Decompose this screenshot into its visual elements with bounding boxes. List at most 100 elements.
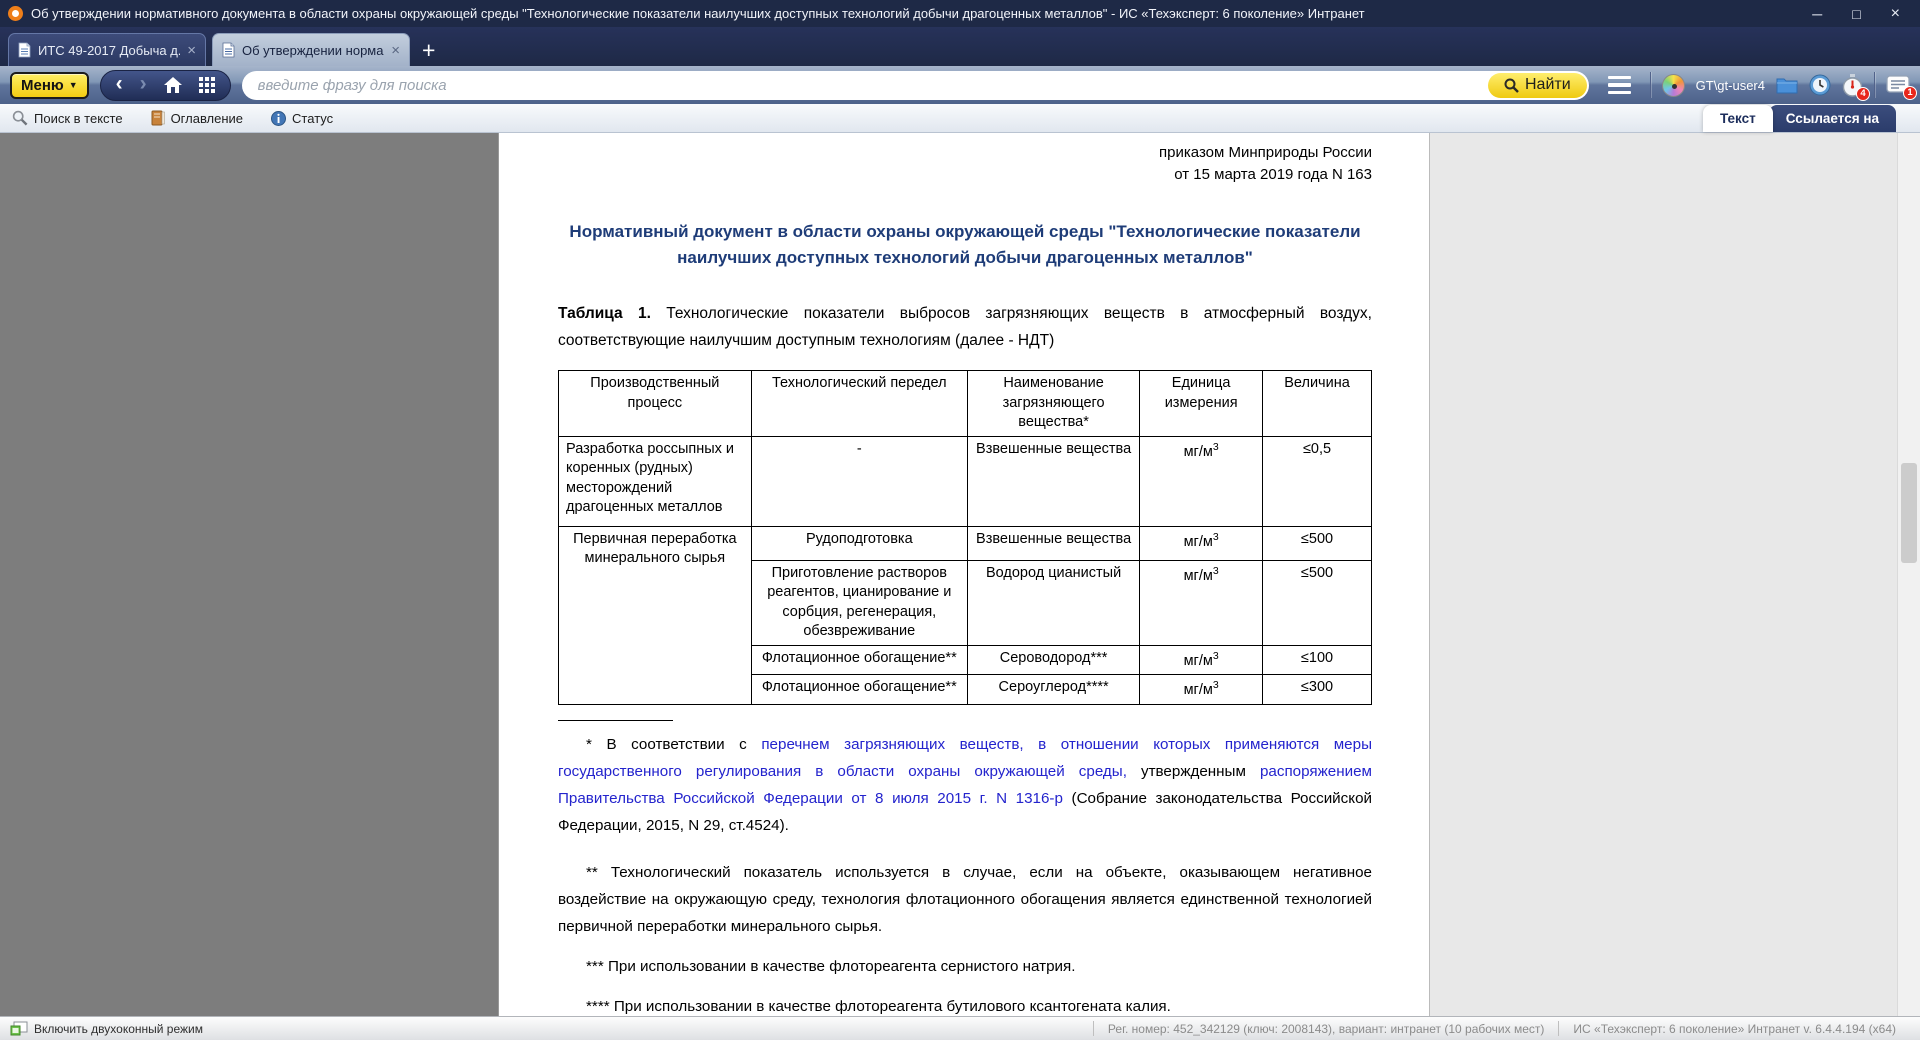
caret-down-icon: ▼	[69, 80, 78, 90]
search-in-text-button[interactable]: Поиск в тексте	[12, 110, 123, 126]
tab-label: ИТС 49-2017 Добыча д...	[38, 43, 180, 58]
column-header: Величина	[1263, 371, 1372, 437]
cell-unit: мг/м3	[1140, 436, 1263, 526]
table1: Производственный процесс Технологический…	[558, 370, 1372, 705]
product-version: ИС «Техэксперт: 6 поколение» Интранет v.…	[1559, 1022, 1910, 1036]
toolbar-separator	[1874, 72, 1875, 98]
view-tabs: Текст Ссылается на	[1703, 105, 1896, 132]
document-toolbar: Поиск в тексте Оглавление Статус Текст С…	[0, 104, 1920, 133]
main-toolbar: Меню ▼ ‹ › Найти GT\gt-user4 4 1	[0, 66, 1920, 104]
table-header-row: Производственный процесс Технологический…	[559, 371, 1372, 437]
apps-grid-button[interactable]	[199, 77, 215, 93]
cell-value: ≤100	[1263, 645, 1372, 674]
cell-substance: Взвешенные вещества	[967, 436, 1139, 526]
view-tab-text[interactable]: Текст	[1703, 105, 1773, 132]
cell-unit: мг/м3	[1140, 526, 1263, 560]
new-tab-button[interactable]: +	[422, 39, 435, 62]
tab-bar: ИТС 49-2017 Добыча д... × Об утверждении…	[0, 27, 1920, 66]
view-tab-references[interactable]: Ссылается на	[1769, 105, 1896, 132]
search-icon	[1504, 78, 1519, 93]
footnote-divider	[558, 720, 673, 721]
navigation-group: ‹ ›	[100, 70, 231, 101]
column-header: Производственный процесс	[559, 371, 752, 437]
cell-substance: Сероводород***	[967, 645, 1139, 674]
cell-substance: Сероуглерод****	[967, 675, 1139, 704]
cell-value: ≤300	[1263, 675, 1372, 704]
table1-caption-text: Технологические показатели выбросов загр…	[558, 305, 1372, 349]
footnote-star: * В соответствии с перечнем загрязняющих…	[558, 731, 1372, 839]
cell-value: ≤0,5	[1263, 436, 1372, 526]
timer-button[interactable]: 4	[1842, 74, 1863, 97]
document-page: приказом Минприроды России от 15 марта 2…	[498, 133, 1430, 1016]
toolbar-separator	[1650, 72, 1651, 98]
table-of-contents-label: Оглавление	[171, 111, 243, 126]
column-header: Единица измерения	[1140, 371, 1263, 437]
column-header: Технологический передел	[751, 371, 967, 437]
search-in-text-label: Поиск в тексте	[34, 111, 123, 126]
timer-badge: 4	[1856, 87, 1870, 101]
hamburger-menu-button[interactable]	[1600, 76, 1639, 95]
messages-button[interactable]: 1	[1886, 75, 1910, 96]
folder-button[interactable]	[1776, 76, 1798, 94]
window-title: Об утверждении нормативного документа в …	[31, 6, 1792, 21]
history-clock-button[interactable]	[1809, 74, 1831, 96]
vertical-scrollbar[interactable]	[1897, 133, 1920, 1016]
cell-unit: мг/м3	[1140, 645, 1263, 674]
cell-substance: Водород цианистый	[967, 560, 1139, 645]
cell-stage: Приготовление растворов реагентов, циани…	[751, 560, 967, 645]
approval-line: приказом Минприроды России	[558, 142, 1372, 164]
document-tab-1[interactable]: ИТС 49-2017 Добыча д... ×	[8, 33, 206, 66]
dual-pane-icon	[10, 1021, 28, 1036]
scrollbar-thumb[interactable]	[1901, 463, 1917, 563]
minimize-button[interactable]: ─	[1812, 7, 1822, 21]
cell-process: Первичная переработка минерального сырья	[559, 526, 752, 704]
find-button-label: Найти	[1525, 76, 1571, 94]
cell-stage: Рудоподготовка	[751, 526, 967, 560]
cell-stage: Флотационное обогащение**	[751, 645, 967, 674]
tab-close-icon[interactable]: ×	[187, 43, 196, 58]
status-button[interactable]: Статус	[271, 111, 333, 126]
table1-caption: Таблица 1. Технологические показатели вы…	[558, 300, 1372, 354]
forward-button[interactable]: ›	[140, 73, 147, 94]
cell-stage: -	[751, 436, 967, 526]
book-icon	[151, 110, 165, 126]
cell-stage: Флотационное обогащение**	[751, 675, 967, 704]
status-info: Рег. номер: 452_342129 (ключ: 2008143), …	[1093, 1021, 1910, 1036]
document-title: Нормативный документ в области охраны ок…	[558, 219, 1372, 271]
footnote-triple-star: *** При использовании в качестве флоторе…	[558, 953, 1372, 980]
back-button[interactable]: ‹	[116, 73, 123, 94]
table-of-contents-button[interactable]: Оглавление	[151, 110, 243, 126]
table-row: Первичная переработка минерального сырья…	[559, 526, 1372, 560]
page-margin-right	[1430, 133, 1897, 1016]
search-bar: Найти	[242, 71, 1589, 100]
messages-badge: 1	[1903, 86, 1917, 100]
registration-info: Рег. номер: 452_342129 (ключ: 2008143), …	[1094, 1022, 1558, 1036]
info-icon	[271, 111, 286, 126]
footnote-double-star: ** Технологический показатель использует…	[558, 859, 1372, 940]
menu-button[interactable]: Меню ▼	[10, 72, 89, 99]
document-icon	[18, 42, 31, 58]
home-button[interactable]	[164, 77, 182, 93]
app-logo-icon	[8, 6, 23, 21]
text-segment: * В соответствии с	[586, 736, 761, 753]
menu-button-label: Меню	[21, 77, 64, 94]
search-input[interactable]	[258, 77, 1488, 94]
user-name: GT\gt-user4	[1696, 78, 1765, 93]
dual-pane-toggle[interactable]: Включить двухоконный режим	[10, 1021, 203, 1036]
cell-value: ≤500	[1263, 560, 1372, 645]
maximize-button[interactable]: □	[1852, 7, 1860, 21]
approval-block: приказом Минприроды России от 15 марта 2…	[558, 142, 1372, 186]
cell-unit: мг/м3	[1140, 675, 1263, 704]
content-area: приказом Минприроды России от 15 марта 2…	[0, 133, 1920, 1016]
column-header: Наименование загрязняющего вещества*	[967, 371, 1139, 437]
document-icon	[222, 42, 235, 58]
find-button[interactable]: Найти	[1488, 73, 1587, 98]
close-button[interactable]: ×	[1891, 6, 1900, 22]
cell-process: Разработка россыпных и коренных (рудных)…	[559, 436, 752, 526]
cell-value: ≤500	[1263, 526, 1372, 560]
document-tab-2[interactable]: Об утверждении норма... ×	[212, 33, 410, 66]
title-bar: Об утверждении нормативного документа в …	[0, 0, 1920, 27]
user-avatar[interactable]	[1662, 74, 1685, 97]
tab-close-icon[interactable]: ×	[391, 43, 400, 58]
dual-pane-label: Включить двухоконный режим	[34, 1022, 203, 1036]
